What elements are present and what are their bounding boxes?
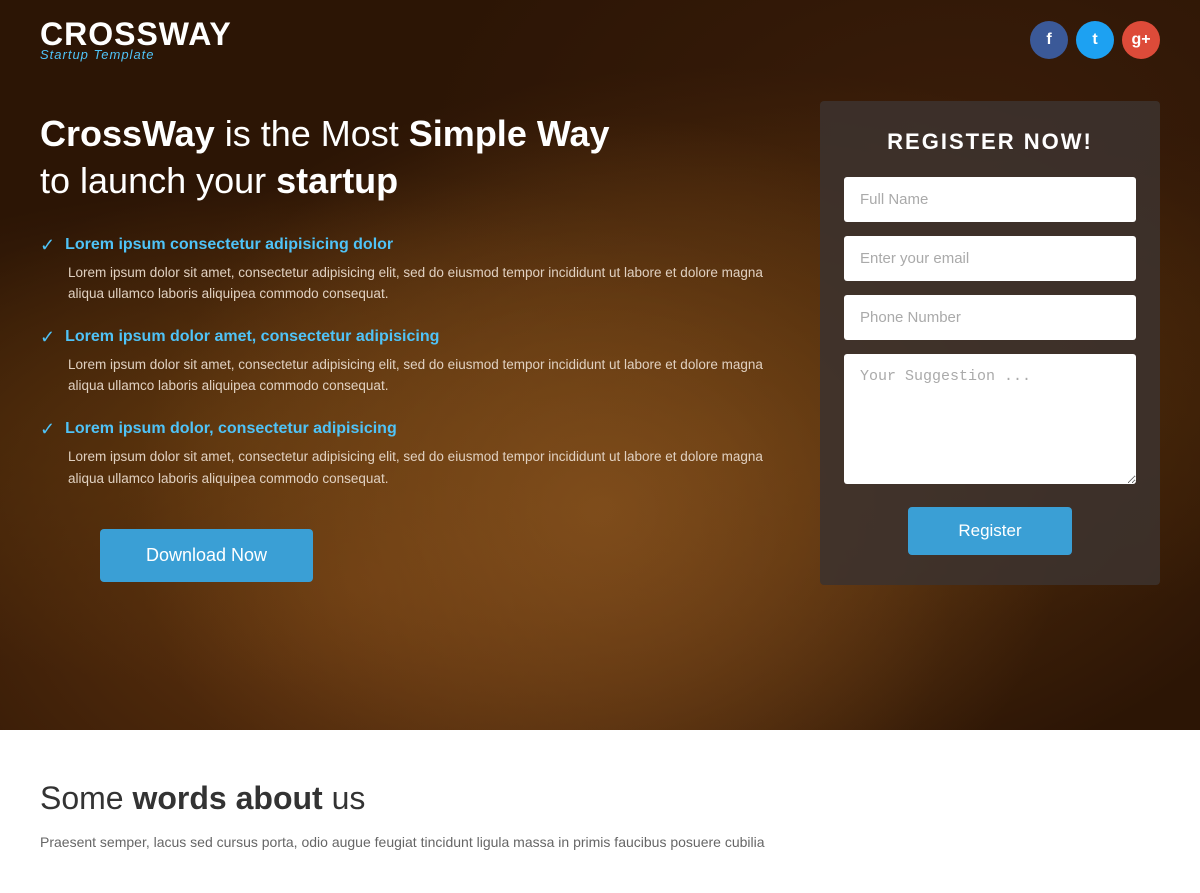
about-title-part2: us <box>323 780 366 816</box>
facebook-icon[interactable]: f <box>1030 21 1068 59</box>
twitter-icon[interactable]: t <box>1076 21 1114 59</box>
phone-group <box>844 295 1136 340</box>
feature-item-1: ✓ Lorem ipsum consectetur adipisicing do… <box>40 235 780 305</box>
feature-desc-3: Lorem ipsum dolor sit amet, consectetur … <box>40 446 780 489</box>
feature-title-1: Lorem ipsum consectetur adipisicing dolo… <box>65 236 393 254</box>
feature-title-row-3: ✓ Lorem ipsum dolor, consectetur adipisi… <box>40 419 780 440</box>
headline-text1: is the Most <box>215 113 409 154</box>
hero-left-panel: CrossWay is the Most Simple Way to launc… <box>40 101 780 582</box>
headline-text2: to launch your <box>40 160 276 201</box>
top-nav: CROSSWAY Startup Template f t g+ <box>0 0 1200 71</box>
logo: CROSSWAY Startup Template <box>40 18 232 61</box>
feature-list: ✓ Lorem ipsum consectetur adipisicing do… <box>40 235 780 490</box>
about-description: Praesent semper, lacus sed cursus porta,… <box>40 831 1160 853</box>
about-title-part1: Some <box>40 780 132 816</box>
email-input[interactable] <box>844 236 1136 281</box>
download-now-button[interactable]: Download Now <box>100 529 313 582</box>
suggestion-group <box>844 354 1136 489</box>
check-icon-1: ✓ <box>40 235 55 256</box>
feature-title-2: Lorem ipsum dolor amet, consectetur adip… <box>65 328 439 346</box>
headline-crossway: CrossWay <box>40 113 215 154</box>
feature-title-3: Lorem ipsum dolor, consectetur adipisici… <box>65 420 397 438</box>
phone-input[interactable] <box>844 295 1136 340</box>
feature-item-2: ✓ Lorem ipsum dolor amet, consectetur ad… <box>40 327 780 397</box>
register-button[interactable]: Register <box>908 507 1071 555</box>
suggestion-textarea[interactable] <box>844 354 1136 484</box>
register-title: REGISTER NOW! <box>844 129 1136 155</box>
about-title: Some words about us <box>40 780 1160 817</box>
full-name-group <box>844 177 1136 222</box>
email-group <box>844 236 1136 281</box>
google-icon[interactable]: g+ <box>1122 21 1160 59</box>
feature-desc-2: Lorem ipsum dolor sit amet, consectetur … <box>40 354 780 397</box>
check-icon-3: ✓ <box>40 419 55 440</box>
logo-main-text: CROSSWAY <box>40 18 232 50</box>
about-title-bold: words about <box>132 780 322 816</box>
register-form-box: REGISTER NOW! Register <box>820 101 1160 585</box>
about-section: Some words about us Praesent semper, lac… <box>0 730 1200 893</box>
hero-headline: CrossWay is the Most Simple Way to launc… <box>40 111 780 205</box>
hero-section: CROSSWAY Startup Template f t g+ CrossWa… <box>0 0 1200 730</box>
headline-simple-way: Simple Way <box>409 113 610 154</box>
check-icon-2: ✓ <box>40 327 55 348</box>
hero-content: CrossWay is the Most Simple Way to launc… <box>0 71 1200 730</box>
full-name-input[interactable] <box>844 177 1136 222</box>
headline-startup: startup <box>276 160 398 201</box>
feature-desc-1: Lorem ipsum dolor sit amet, consectetur … <box>40 262 780 305</box>
social-icons-group: f t g+ <box>1030 21 1160 59</box>
logo-sub-text: Startup Template <box>40 48 232 61</box>
feature-title-row-2: ✓ Lorem ipsum dolor amet, consectetur ad… <box>40 327 780 348</box>
feature-title-row-1: ✓ Lorem ipsum consectetur adipisicing do… <box>40 235 780 256</box>
feature-item-3: ✓ Lorem ipsum dolor, consectetur adipisi… <box>40 419 780 489</box>
